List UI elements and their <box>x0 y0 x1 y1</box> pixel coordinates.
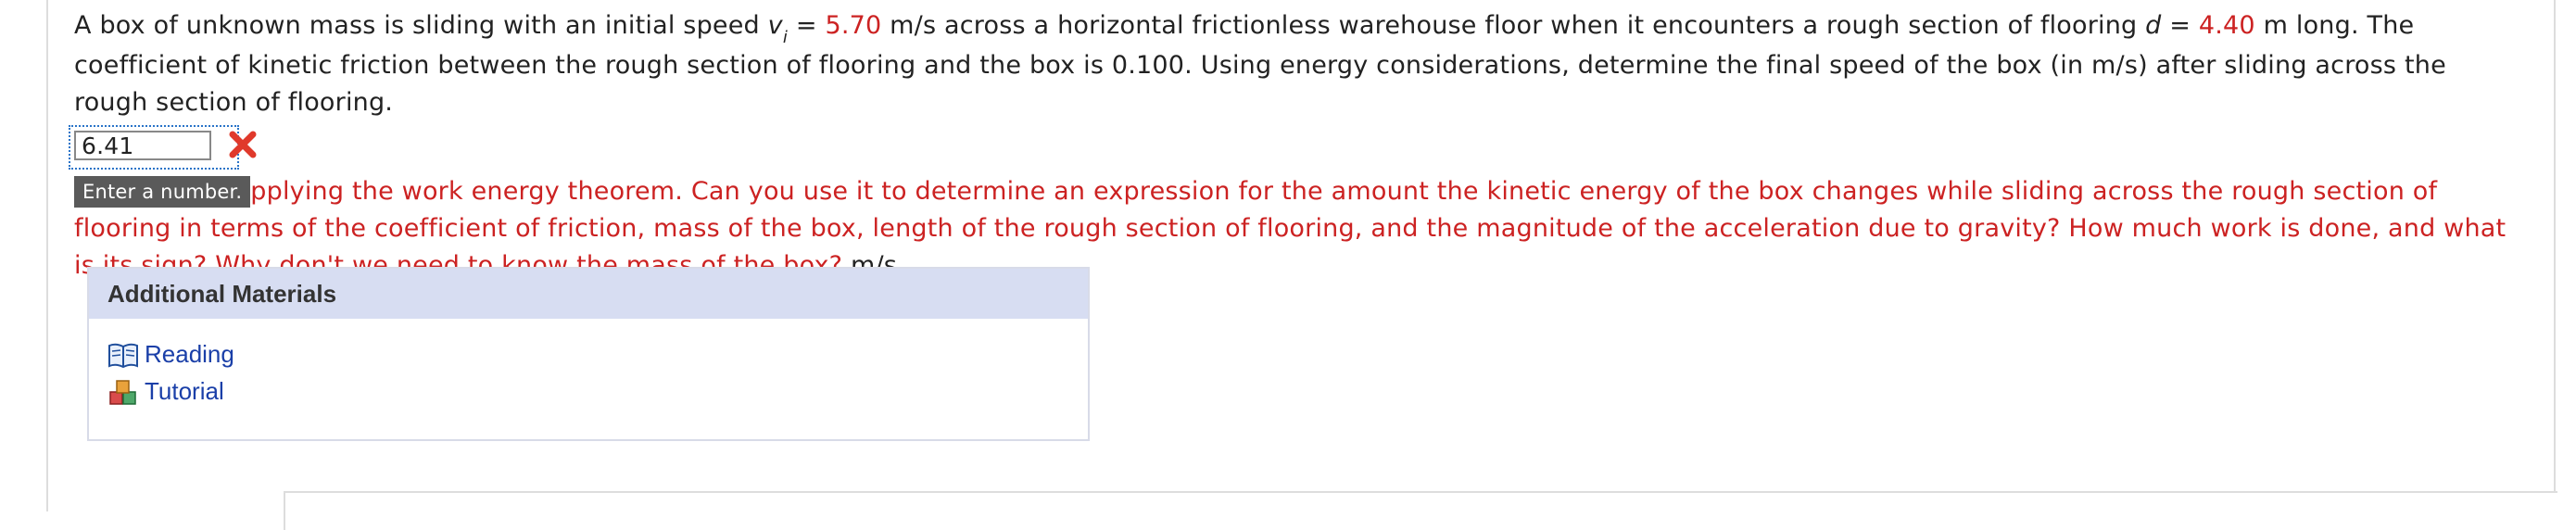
additional-materials-header: Additional Materials <box>89 269 1088 319</box>
equals-1: = <box>788 11 826 40</box>
cubes-icon <box>109 380 136 405</box>
equals-2: = <box>2161 11 2199 40</box>
question-text: A box of unknown mass is sliding with an… <box>74 7 2520 121</box>
book-icon <box>108 343 138 369</box>
tutorial-link[interactable]: Tutorial <box>145 377 224 405</box>
right-border <box>2554 0 2556 491</box>
length-value: 4.40 <box>2198 11 2255 40</box>
var-d: d <box>2145 11 2162 40</box>
tutorial-link-row[interactable]: Tutorial <box>107 374 224 408</box>
additional-materials-panel: Additional Materials Reading Tutorial <box>87 267 1090 441</box>
left-border <box>46 0 48 511</box>
answer-focus-ring: 6.41 <box>69 125 239 170</box>
next-section-frame <box>284 491 2557 530</box>
question-block: A box of unknown mass is sliding with an… <box>69 7 2520 284</box>
answer-input[interactable]: 6.41 <box>74 131 211 160</box>
feedback-text: pplying the work energy theorem. Can you… <box>74 177 2507 280</box>
reading-link-row[interactable]: Reading <box>107 337 234 371</box>
var-v-subscript: i <box>782 28 789 47</box>
question-text-part2: m/s across a horizontal frictionless war… <box>881 11 2146 40</box>
initial-speed-value: 5.70 <box>825 11 882 40</box>
reading-link[interactable]: Reading <box>145 340 234 368</box>
answer-row: 6.41 <box>69 125 2520 173</box>
var-v: v <box>767 11 783 40</box>
question-text-part1: A box of unknown mass is sliding with an… <box>74 11 768 40</box>
x-mark-icon <box>229 131 257 158</box>
tooltip: Enter a number. <box>74 176 251 208</box>
